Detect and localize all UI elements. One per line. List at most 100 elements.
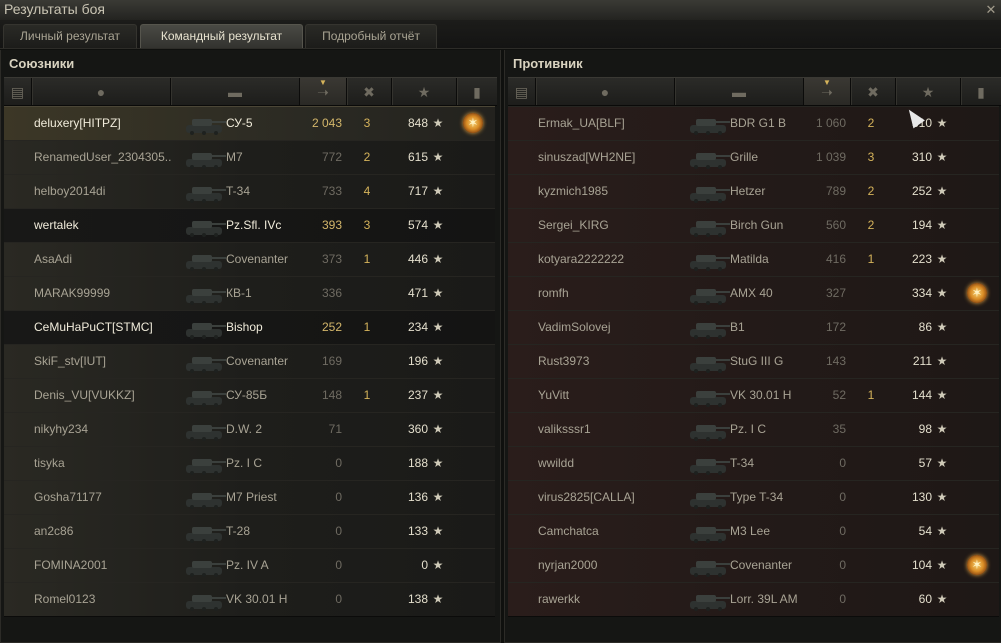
medal-icon[interactable]: [463, 113, 483, 133]
table-row[interactable]: Camchatca M3 Lee 0 54 ★: [508, 514, 999, 549]
star-icon: ★: [432, 388, 444, 402]
player-name: deluxery[HITPZ]: [34, 116, 121, 130]
vehicle-column-header[interactable]: ▬: [675, 78, 804, 105]
table-row[interactable]: tisyka Pz. I C 0 188 ★: [4, 446, 495, 481]
table-row[interactable]: virus2825[CALLA] Type T-34 0 130 ★: [508, 480, 999, 515]
table-row[interactable]: kyzmich1985 Hetzer 789 2 252 ★: [508, 174, 999, 209]
table-row[interactable]: deluxery[HITPZ] СУ-5 2 043 3 848 ★: [4, 106, 495, 141]
medal-icon[interactable]: [967, 555, 987, 575]
damage-value: 336: [321, 286, 342, 300]
medal-icon[interactable]: [967, 283, 987, 303]
kills-value: [864, 481, 878, 514]
tab-personal-result[interactable]: Личный результат: [3, 24, 137, 48]
table-row[interactable]: AsaAdi Covenanter 373 1 446 ★: [4, 242, 495, 277]
table-row[interactable]: an2c86 T-28 0 133 ★: [4, 514, 495, 549]
tab-detailed-report[interactable]: Подробный отчёт: [305, 24, 437, 48]
damage-value: 1 039: [815, 150, 846, 164]
close-icon[interactable]: ✕: [981, 0, 1001, 20]
xp-column-header[interactable]: ★: [392, 78, 457, 105]
tank-icon: [186, 187, 226, 203]
tank-icon: [690, 119, 730, 135]
kills-column-header[interactable]: ✖: [347, 78, 392, 105]
tank-icon: [690, 289, 730, 305]
tank-icon: [186, 357, 226, 373]
damage-column-header[interactable]: ▼ ➝: [804, 78, 851, 105]
xp-value: 86: [918, 320, 932, 334]
star-icon: ★: [936, 592, 948, 606]
kills-value: [864, 311, 878, 344]
star-icon: ★: [432, 320, 444, 334]
damage-value: 0: [839, 456, 846, 470]
xp-column-header[interactable]: ★: [896, 78, 961, 105]
tank-icon: [690, 391, 730, 407]
tank-icon: [186, 425, 226, 441]
damage-value: 560: [825, 218, 846, 232]
table-row[interactable]: wwildd T-34 0 57 ★: [508, 446, 999, 481]
table-row[interactable]: Romel0123 VK 30.01 H 0 138 ★: [4, 582, 495, 617]
player-column-header[interactable]: ●: [32, 78, 171, 105]
star-icon: ★: [432, 524, 444, 538]
star-icon: ★: [432, 116, 444, 130]
tank-icon: [690, 493, 730, 509]
damage-column-header[interactable]: ▼ ➝: [300, 78, 347, 105]
tank-icon: [690, 595, 730, 611]
xp-value: 234: [407, 320, 428, 334]
sort-down-icon: ▼: [319, 78, 327, 87]
tank-icon: [186, 119, 226, 135]
table-row[interactable]: Rust3973 StuG III G 143 211 ★: [508, 344, 999, 379]
damage-value: 733: [321, 184, 342, 198]
star-icon: ★: [936, 456, 948, 470]
table-row[interactable]: FOMINA2001 Pz. IV A 0 0 ★: [4, 548, 495, 583]
damage-value: 416: [825, 252, 846, 266]
table-row[interactable]: Sergei_KIRG Birch Gun 560 2 194 ★: [508, 208, 999, 243]
table-row[interactable]: rawerkk Lorr. 39L AM 0 60 ★: [508, 582, 999, 617]
enemies-table-header: ▤ ● ▬ ▼ ➝ ✖ ★ ▮: [508, 77, 1001, 106]
table-row[interactable]: kotyara2222222 Matilda 416 1 223 ★: [508, 242, 999, 277]
star-icon: ★: [432, 558, 444, 572]
table-row[interactable]: nikyhy234 D.W. 2 71 360 ★: [4, 412, 495, 447]
xp-value: 130: [911, 490, 932, 504]
table-row[interactable]: CeMuHaPuCT[STMC] Bishop 252 1 234 ★: [4, 310, 495, 345]
tank-icon: [186, 221, 226, 237]
table-row[interactable]: RenamedUser_2304305.. M7 772 2 615 ★: [4, 140, 495, 175]
squad-column-header[interactable]: ▤: [4, 78, 32, 105]
table-row[interactable]: valiksssr1 Pz. I C 35 98 ★: [508, 412, 999, 447]
tank-icon: [690, 255, 730, 271]
player-column-header[interactable]: ●: [536, 78, 675, 105]
medal-column-header[interactable]: ▮: [961, 78, 1001, 105]
damage-value: 327: [825, 286, 846, 300]
table-row[interactable]: YuVitt VK 30.01 H 52 1 144 ★: [508, 378, 999, 413]
damage-value: 0: [335, 490, 342, 504]
xp-value: 136: [407, 490, 428, 504]
damage-value: 169: [321, 354, 342, 368]
table-row[interactable]: sinuszad[WH2NE] Grille 1 039 3 310 ★: [508, 140, 999, 175]
tank-icon: [186, 595, 226, 611]
damage-value: 772: [321, 150, 342, 164]
table-row[interactable]: Gosha71177 M7 Priest 0 136 ★: [4, 480, 495, 515]
tab-team-result[interactable]: Командный результат: [140, 24, 303, 48]
medal-column-header[interactable]: ▮: [457, 78, 497, 105]
table-row[interactable]: Ermak_UA[BLF] BDR G1 B1 060 2 310 ★: [508, 106, 999, 141]
squad-column-header[interactable]: ▤: [508, 78, 536, 105]
table-row[interactable]: VadimSolovej B1 172 86 ★: [508, 310, 999, 345]
damage-value: 0: [839, 524, 846, 538]
player-name: VadimSolovej: [538, 320, 611, 334]
vehicle-column-header[interactable]: ▬: [171, 78, 300, 105]
star-icon: ★: [432, 456, 444, 470]
table-row[interactable]: romfh AMX 40 327 334 ★: [508, 276, 999, 311]
table-row[interactable]: MARAK99999 КВ-1 336 471 ★: [4, 276, 495, 311]
damage-value: 0: [335, 456, 342, 470]
star-icon: ★: [936, 490, 948, 504]
kills-value: [360, 345, 374, 378]
table-row[interactable]: SkiF_stv[IUT] Covenanter 169 196 ★: [4, 344, 495, 379]
table-row[interactable]: wertalek Pz.Sfl. IVc 393 3 574 ★: [4, 208, 495, 243]
damage-value: 0: [335, 592, 342, 606]
kills-column-header[interactable]: ✖: [851, 78, 896, 105]
tank-icon: [186, 153, 226, 169]
table-row[interactable]: Denis_VU[VUKKZ] СУ-85Б 148 1 237 ★: [4, 378, 495, 413]
table-row[interactable]: nyrjan2000 Covenanter 0 104 ★: [508, 548, 999, 583]
xp-value: 138: [407, 592, 428, 606]
star-icon: ★: [432, 490, 444, 504]
star-icon: ★: [432, 150, 444, 164]
table-row[interactable]: helboy2014di T-34 733 4 717 ★: [4, 174, 495, 209]
